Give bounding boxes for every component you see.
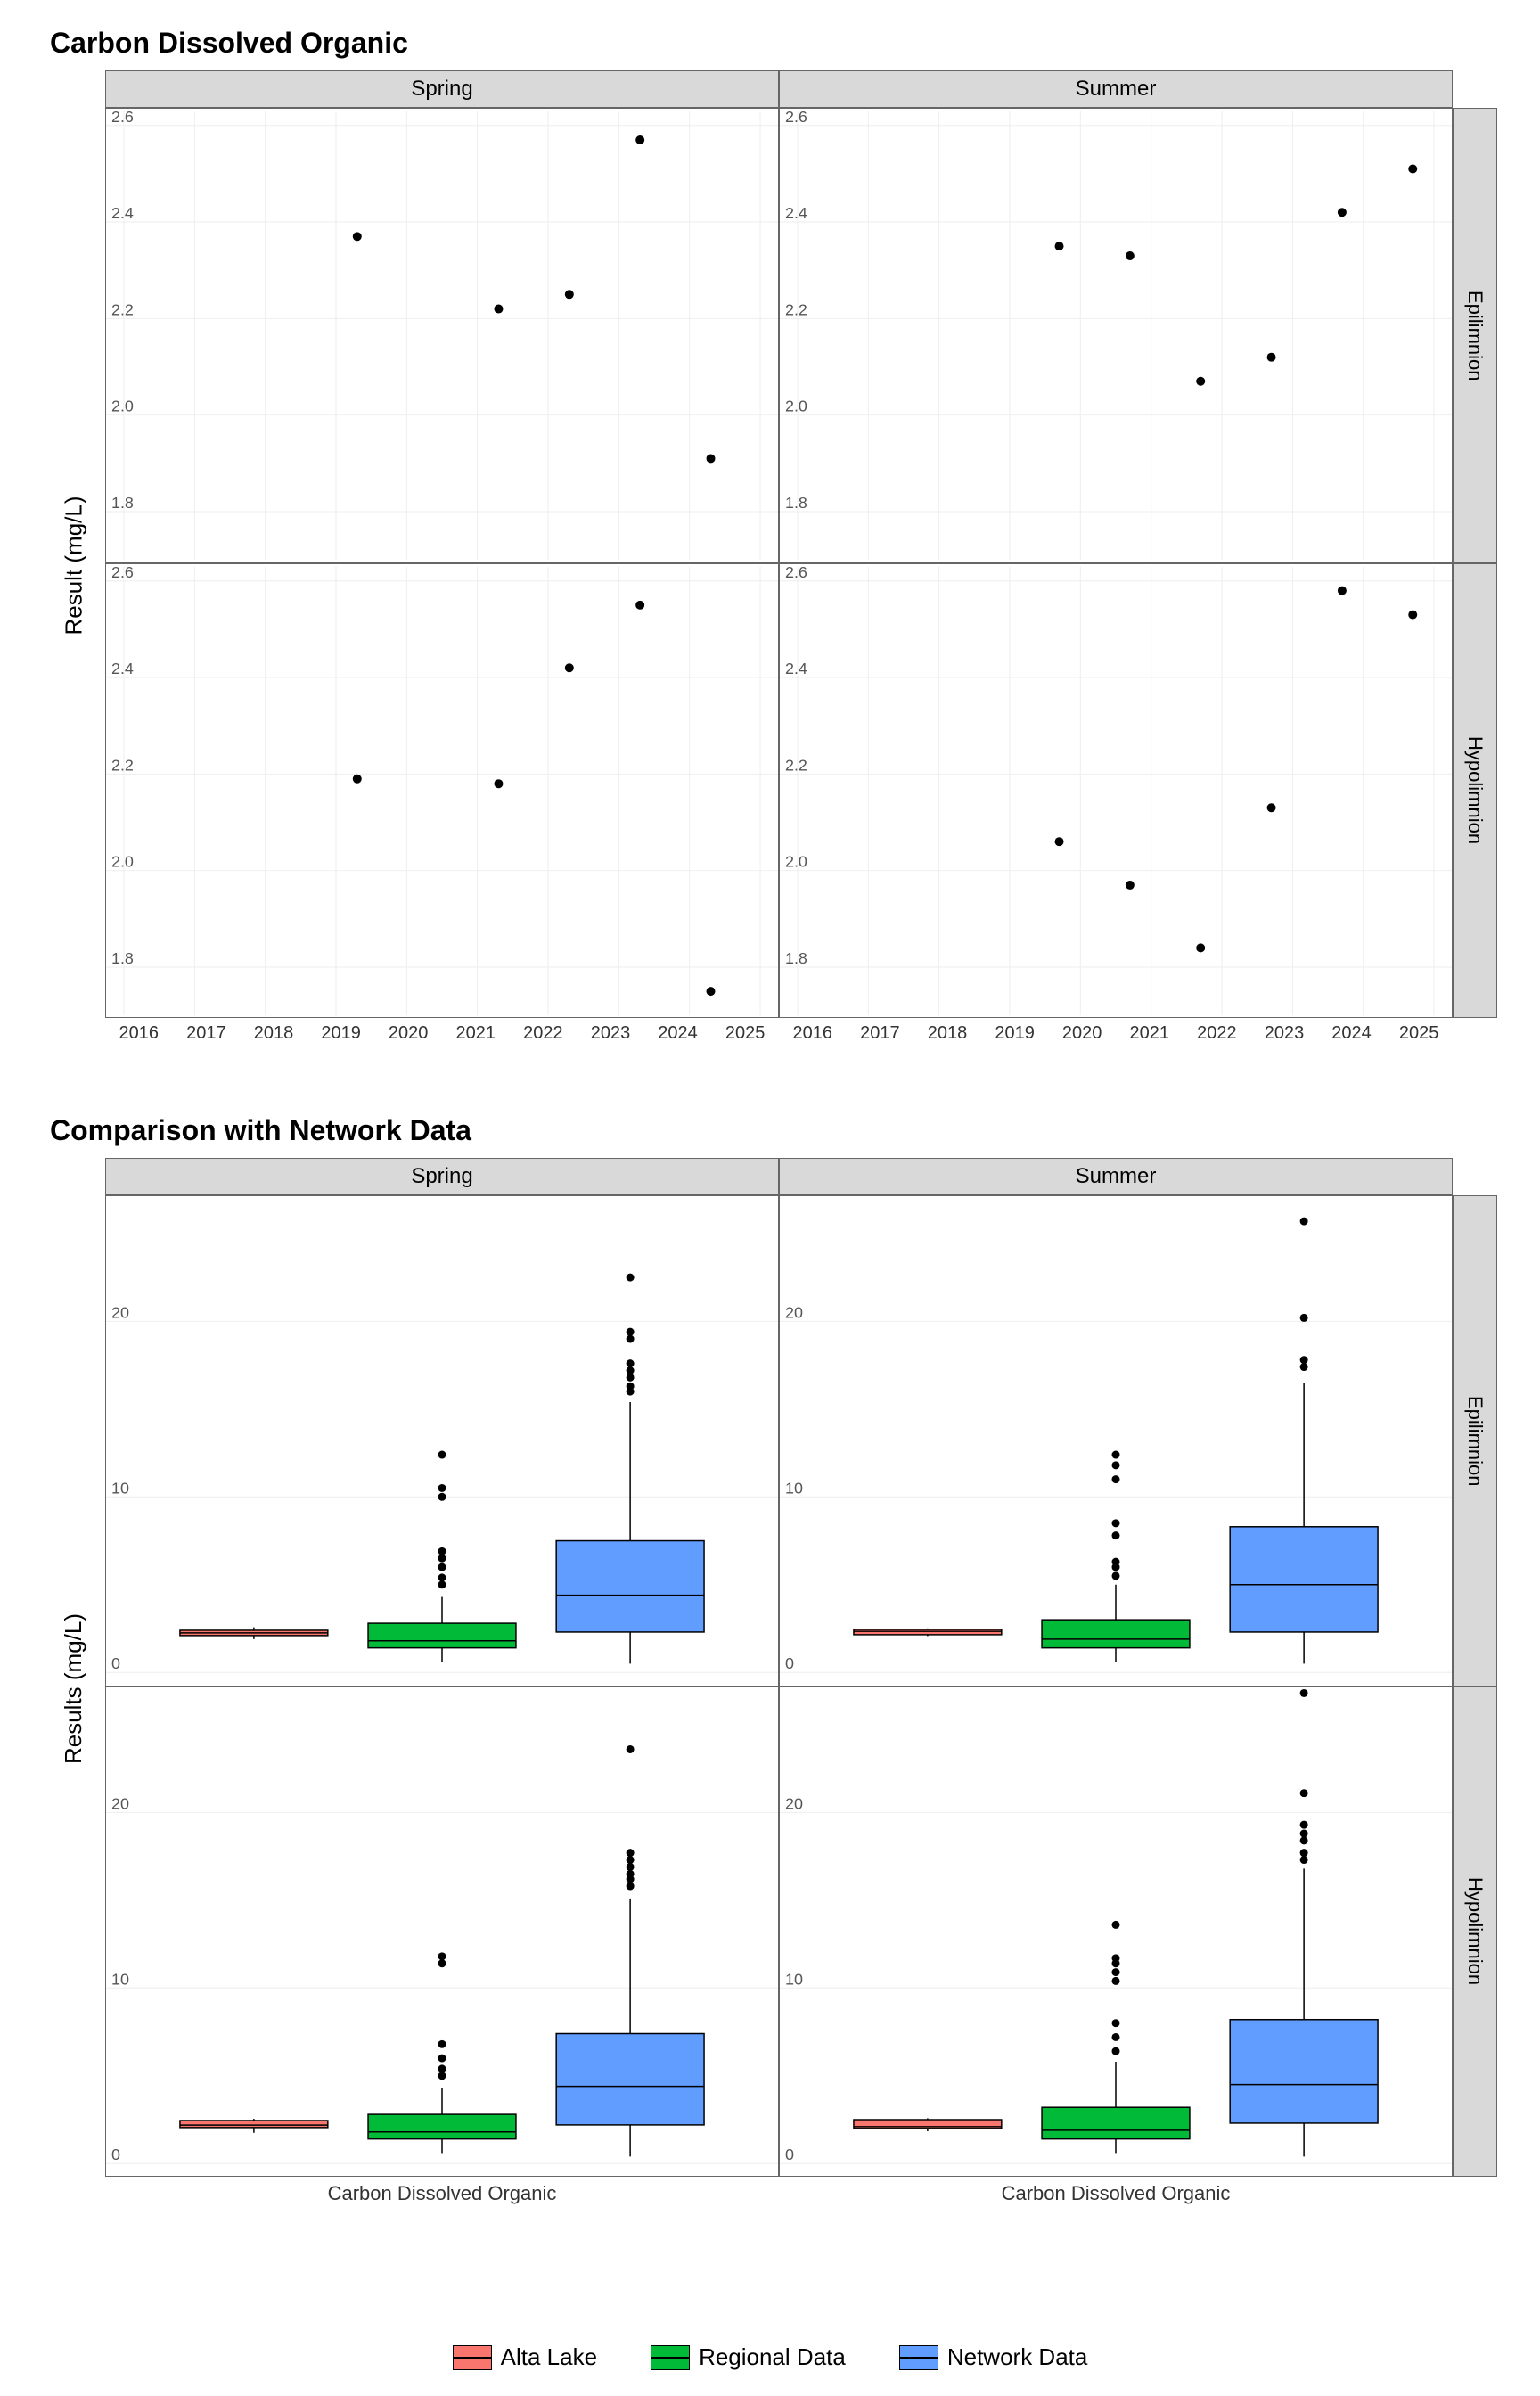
figure-title-1: Carbon Dissolved Organic (50, 27, 1497, 60)
legend-swatch-alta (453, 2345, 492, 2370)
strip-summer: Summer (779, 70, 1453, 108)
bp-spring-epi: 0 10 20 (105, 1195, 779, 1686)
strip-right-col-2: Epilimnion Hypolimnion (1453, 1158, 1497, 2220)
legend-swatch-regional (651, 2345, 690, 2370)
figure-title-2: Comparison with Network Data (50, 1114, 1497, 1147)
strip-right-col-1: Epilimnion Hypolimnion (1453, 70, 1497, 1061)
svg-text:10: 10 (111, 1479, 129, 1497)
bp-summer-epi: 0 10 20 (779, 1195, 1453, 1686)
svg-text:1.8: 1.8 (111, 494, 134, 512)
svg-text:2.4: 2.4 (111, 204, 134, 222)
figure-comparison: Comparison with Network Data Results (mg… (43, 1114, 1497, 2210)
svg-text:2.0: 2.0 (785, 398, 807, 415)
xaxis-spring: 2016201720182019202020212022202320242025 (105, 1018, 779, 1061)
panel-spring-hypo: 1.8 2.0 2.2 2.4 2.6 (105, 563, 779, 1019)
svg-text:2.6: 2.6 (111, 109, 134, 126)
col-summer: Summer 1.8 2.0 2.2 2.4 2.6 1.8 2.0 2.2 2.4 2.6 2… (779, 70, 1453, 1061)
legend: Alta Lake Regional Data Network Data (0, 2343, 1540, 2371)
svg-text:20: 20 (111, 1794, 129, 1812)
y-axis-label-1: Result (mg/L) (61, 496, 88, 636)
svg-text:1.8: 1.8 (785, 949, 807, 967)
legend-label-regional: Regional Data (699, 2343, 846, 2371)
svg-text:20: 20 (785, 1794, 803, 1812)
svg-text:10: 10 (785, 1479, 803, 1497)
col-spring-2: Spring 0 10 20 0 10 20 Carbon Dissolved Orga… (105, 1158, 779, 2220)
strip-spring-2: Spring (105, 1158, 779, 1195)
strip-epi-2: Epilimnion (1453, 1195, 1497, 1686)
svg-text:2.4: 2.4 (785, 204, 807, 222)
svg-text:0: 0 (111, 2146, 120, 2163)
legend-swatch-network (899, 2345, 938, 2370)
xaxis-summer: 2016201720182019202020212022202320242025 (779, 1018, 1453, 1061)
col-summer-2: Summer 0 10 20 0 10 20 Carbon Dissolved Orga… (779, 1158, 1453, 2220)
legend-label-network: Network Data (947, 2343, 1088, 2371)
figure-carbon-dissolved-organic: Carbon Dissolved Organic Result (mg/L) S… (43, 27, 1497, 1051)
svg-text:20: 20 (785, 1303, 803, 1321)
svg-text:2.0: 2.0 (111, 852, 134, 870)
panel-summer-epi: 1.8 2.0 2.2 2.4 2.6 (779, 108, 1453, 563)
svg-text:2.2: 2.2 (111, 756, 134, 774)
svg-text:10: 10 (111, 1970, 129, 1988)
box-facets: Results (mg/L) Spring 01020 01020 Carbon… (43, 1158, 1497, 2210)
svg-text:2.4: 2.4 (785, 660, 807, 677)
legend-item-regional: Regional Data (651, 2343, 846, 2371)
svg-text:1.8: 1.8 (785, 494, 807, 512)
strip-summer-2: Summer (779, 1158, 1453, 1195)
bp-summer-hypo: 0 10 20 (779, 1686, 1453, 2178)
svg-text:0: 0 (785, 2146, 794, 2163)
svg-text:2.2: 2.2 (785, 756, 807, 774)
svg-text:10: 10 (785, 1970, 803, 1988)
panel-summer-hypo: 1.8 2.0 2.2 2.4 2.6 (779, 563, 1453, 1019)
bp-spring-hypo: 0 10 20 (105, 1686, 779, 2178)
svg-text:0: 0 (111, 1654, 120, 1672)
svg-text:2.6: 2.6 (785, 564, 807, 581)
ylab-col-2: Results (mg/L) (43, 1158, 105, 2220)
strip-hypo-1: Hypolimnion (1453, 563, 1497, 1019)
svg-text:2.0: 2.0 (111, 398, 134, 415)
svg-text:2.0: 2.0 (785, 852, 807, 870)
y-axis-label-2: Results (mg/L) (61, 1613, 88, 1764)
col-spring: Spring 1.8 2.0 2.2 2.4 2.6 1.8 2.0 2.2 2.4 2.6 2… (105, 70, 779, 1061)
svg-text:2.6: 2.6 (785, 109, 807, 126)
strip-hypo-2: Hypolimnion (1453, 1686, 1497, 2178)
svg-text:2.2: 2.2 (785, 300, 807, 318)
svg-text:20: 20 (111, 1303, 129, 1321)
legend-item-alta: Alta Lake (453, 2343, 597, 2371)
svg-text:0: 0 (785, 1654, 794, 1672)
ylab-col: Result (mg/L) (43, 70, 105, 1061)
svg-text:2.4: 2.4 (111, 660, 134, 677)
strip-epi-1: Epilimnion (1453, 108, 1497, 563)
svg-text:1.8: 1.8 (111, 949, 134, 967)
xlab-summer: Carbon Dissolved Organic (779, 2177, 1453, 2220)
scatter-facets: Result (mg/L) Spring 1.8 2.0 2.2 2.4 2.6 1.8… (43, 70, 1497, 1051)
strip-spring: Spring (105, 70, 779, 108)
legend-label-alta: Alta Lake (501, 2343, 597, 2371)
page: Carbon Dissolved Organic Result (mg/L) S… (0, 0, 1540, 2396)
xlab-spring: Carbon Dissolved Organic (105, 2177, 779, 2220)
panel-spring-epi: 1.8 2.0 2.2 2.4 2.6 (105, 108, 779, 563)
svg-text:2.2: 2.2 (111, 300, 134, 318)
svg-text:2.6: 2.6 (111, 564, 134, 581)
legend-item-network: Network Data (899, 2343, 1088, 2371)
